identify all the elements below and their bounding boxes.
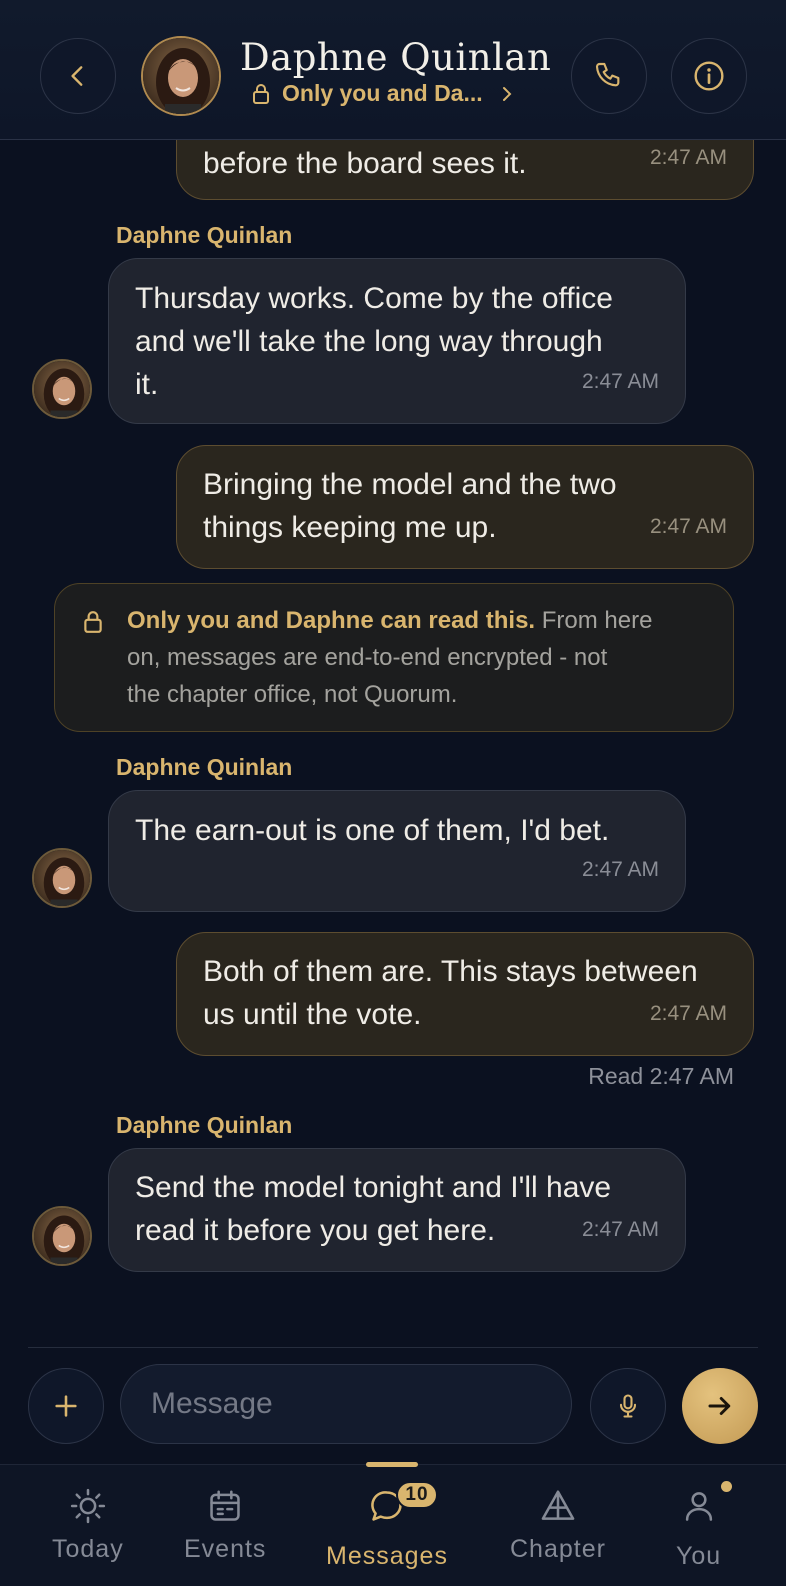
arrow-right-icon <box>708 1397 731 1415</box>
contact-name[interactable]: Daphne Quinlan <box>240 36 551 79</box>
message-time: 2:47 AM <box>581 858 659 881</box>
message-time: 2:47 AM <box>581 1218 659 1241</box>
voice-message-button[interactable] <box>590 1368 666 1444</box>
unread-badge: 10 <box>395 1481 438 1509</box>
message-bubble-incoming[interactable]: The earn-out is one of them, I'd bet. 2:… <box>108 790 686 912</box>
message-text: The earn-out is one of them, I'd bet. <box>135 814 610 847</box>
back-button[interactable] <box>40 38 116 114</box>
chevron-right-icon <box>502 86 512 101</box>
message-text-line: it. <box>135 368 159 401</box>
message-text-line: us until the vote. <box>203 998 422 1031</box>
message-bubble-incoming[interactable]: Send the model tonight and I'll have rea… <box>108 1148 686 1272</box>
notice-text: on, messages are end-to-end encrypted - … <box>127 644 608 671</box>
notice-title: Only you and Daphne can read this. <box>127 607 536 634</box>
message-text-line: read it before you get here. <box>135 1214 496 1247</box>
message-time: 2:47 AM <box>649 1002 727 1025</box>
tab-label: Chapter <box>510 1535 606 1563</box>
notice-text: From here <box>535 607 653 634</box>
tab-label: Today <box>52 1535 124 1563</box>
message-text-line: and we'll take the long way through <box>135 325 603 358</box>
message-text-line: Send the model tonight and I'll have <box>135 1171 612 1204</box>
tab-messages[interactable]: 10 Messages <box>326 1481 448 1571</box>
chat-header: Daphne Quinlan Only you and Da... <box>0 0 786 140</box>
sender-avatar[interactable] <box>32 359 92 419</box>
send-button[interactable] <box>682 1368 758 1444</box>
active-tab-indicator <box>366 1462 418 1467</box>
sender-avatar[interactable] <box>32 1206 92 1266</box>
info-button[interactable] <box>671 38 747 114</box>
message-thread[interactable]: before the board sees it. 2:47 AM Daphne… <box>0 140 786 1332</box>
tab-label: You <box>676 1542 722 1570</box>
tab-chapter[interactable]: Chapter <box>510 1487 606 1564</box>
tab-you[interactable]: You <box>676 1481 732 1571</box>
message-time: 2:47 AM <box>581 370 659 393</box>
message-text-line: Both of them are. This stays between <box>203 955 698 988</box>
contact-avatar[interactable] <box>141 36 221 116</box>
lock-icon <box>253 83 269 104</box>
encryption-status-label: Only you and Da... <box>282 80 483 106</box>
chevron-left-icon <box>71 66 83 86</box>
sun-icon <box>70 1488 105 1524</box>
lock-icon <box>84 611 102 633</box>
notification-dot <box>720 1481 732 1492</box>
tab-label: Events <box>184 1535 267 1563</box>
encryption-status[interactable]: Only you and Da... <box>252 80 513 107</box>
call-button[interactable] <box>571 38 647 114</box>
tab-events[interactable]: Events <box>184 1487 266 1564</box>
message-time: 2:47 AM <box>649 146 727 169</box>
sender-avatar[interactable] <box>32 848 92 908</box>
message-bubble-outgoing[interactable]: Bringing the model and the two things ke… <box>176 445 754 569</box>
person-icon <box>685 1492 712 1521</box>
phone-icon <box>595 62 620 87</box>
encryption-notice: Only you and Daphne can read this. From … <box>54 583 734 732</box>
tab-label: Messages <box>326 1542 448 1570</box>
message-text-line: Bringing the model and the two <box>203 468 617 501</box>
message-input[interactable] <box>120 1364 572 1444</box>
message-bubble-incoming[interactable]: Thursday works. Come by the office and w… <box>108 258 686 424</box>
sender-name: Daphne Quinlan <box>116 1112 293 1138</box>
add-attachment-button[interactable] <box>28 1368 104 1444</box>
info-icon <box>694 61 724 91</box>
plus-icon <box>55 1395 77 1417</box>
read-receipt: Read 2:47 AM <box>588 1063 734 1089</box>
calendar-icon <box>210 1490 240 1521</box>
notice-text: the chapter office, not Quorum. <box>127 681 458 708</box>
pyramid-icon <box>541 1490 575 1520</box>
message-bubble-outgoing[interactable]: Both of them are. This stays between us … <box>176 932 754 1056</box>
sender-name: Daphne Quinlan <box>116 222 293 248</box>
message-bubble-outgoing[interactable]: before the board sees it. 2:47 AM <box>176 140 754 200</box>
message-time: 2:47 AM <box>649 515 727 538</box>
tab-today[interactable]: Today <box>52 1487 124 1564</box>
microphone-icon <box>619 1394 637 1418</box>
message-text-line: Thursday works. Come by the office <box>135 282 613 315</box>
message-text-line: things keeping me up. <box>203 511 497 544</box>
composer-divider <box>28 1347 758 1348</box>
sender-name: Daphne Quinlan <box>116 754 293 780</box>
message-text: before the board sees it. <box>203 147 527 180</box>
tab-bar: Today Events 10 Messages Chapter You <box>0 1464 786 1586</box>
